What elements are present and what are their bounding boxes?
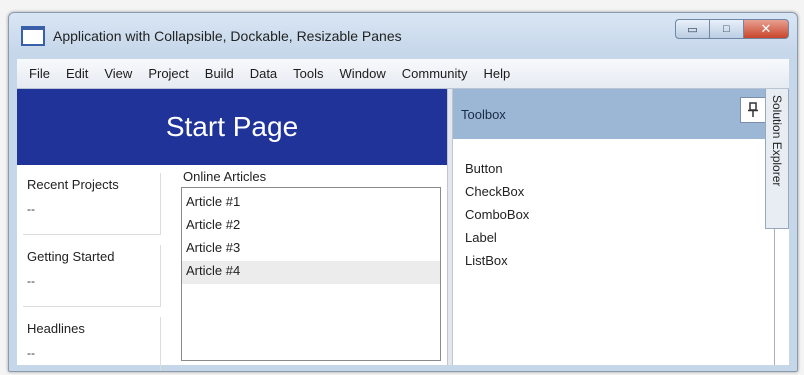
group-value: --	[27, 202, 35, 216]
online-articles-title: Online Articles	[183, 169, 267, 184]
toolbox-item-label[interactable]: Label	[465, 230, 774, 253]
list-item[interactable]: Article #3	[182, 238, 440, 261]
group-value: --	[27, 274, 35, 288]
menu-build[interactable]: Build	[197, 66, 242, 81]
app-window-icon	[21, 26, 45, 46]
toolbox-items: Button CheckBox ComboBox Label ListBox	[453, 139, 774, 276]
solution-explorer-tab[interactable]: Solution Explorer	[765, 89, 789, 229]
pin-button[interactable]	[740, 97, 766, 123]
toolbox-pane: Toolbox Button CheckBox ComboBox Label L…	[453, 89, 775, 365]
minimize-button[interactable]: ▭	[675, 19, 709, 39]
maximize-button[interactable]: □	[709, 19, 743, 39]
menu-file[interactable]: File	[21, 66, 58, 81]
menu-community[interactable]: Community	[394, 66, 476, 81]
start-page-pane: Start Page Recent Projects -- Getting St…	[17, 89, 447, 371]
application-window: Application with Collapsible, Dockable, …	[8, 12, 798, 372]
group-title: Headlines	[27, 321, 85, 336]
toolbox-title: Toolbox	[461, 106, 506, 122]
menu-help[interactable]: Help	[476, 66, 519, 81]
headlines-group: Headlines --	[23, 317, 161, 371]
menu-edit[interactable]: Edit	[58, 66, 96, 81]
menu-data[interactable]: Data	[242, 66, 285, 81]
menu-view[interactable]: View	[96, 66, 140, 81]
close-button[interactable]: ✕	[743, 19, 789, 39]
toolbox-item-checkbox[interactable]: CheckBox	[465, 184, 774, 207]
group-value: --	[27, 346, 35, 360]
start-page-title: Start Page	[17, 89, 447, 165]
articles-listbox[interactable]: Article #1 Article #2 Article #3 Article…	[181, 187, 441, 361]
start-page-groups: Recent Projects -- Getting Started -- He…	[17, 169, 167, 371]
title-bar[interactable]: Application with Collapsible, Dockable, …	[9, 13, 797, 59]
toolbox-item-button[interactable]: Button	[465, 161, 774, 184]
group-title: Getting Started	[27, 249, 115, 264]
menu-window[interactable]: Window	[332, 66, 394, 81]
recent-projects-group: Recent Projects --	[23, 173, 161, 235]
menu-tools[interactable]: Tools	[285, 66, 331, 81]
getting-started-group: Getting Started --	[23, 245, 161, 307]
window-title: Application with Collapsible, Dockable, …	[53, 28, 402, 44]
window-controls: ▭ □ ✕	[675, 19, 789, 39]
menu-project[interactable]: Project	[140, 66, 196, 81]
menu-bar: File Edit View Project Build Data Tools …	[17, 59, 789, 89]
pin-icon	[748, 102, 758, 117]
toolbox-item-combobox[interactable]: ComboBox	[465, 207, 774, 230]
list-item[interactable]: Article #1	[182, 192, 440, 215]
list-item-selected[interactable]: Article #4	[182, 261, 440, 284]
online-articles-group: Online Articles Article #1 Article #2 Ar…	[175, 169, 445, 361]
list-item[interactable]: Article #2	[182, 215, 440, 238]
client-area: Start Page Recent Projects -- Getting St…	[17, 89, 789, 371]
toolbox-header: Toolbox	[453, 89, 774, 139]
toolbox-item-listbox[interactable]: ListBox	[465, 253, 774, 276]
group-title: Recent Projects	[27, 177, 119, 192]
